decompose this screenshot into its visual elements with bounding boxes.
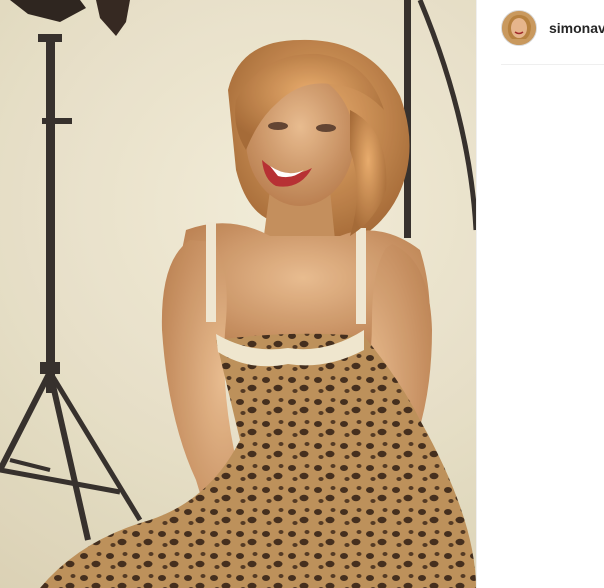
post-sidebar: simonav bbox=[476, 0, 604, 588]
username-link[interactable]: simonav bbox=[549, 20, 604, 36]
profile-avatar-icon[interactable] bbox=[501, 10, 537, 46]
post-photo[interactable] bbox=[0, 0, 476, 588]
photo-illustration bbox=[0, 0, 476, 588]
post-header: simonav bbox=[501, 8, 604, 48]
header-divider bbox=[501, 64, 604, 65]
avatar-illustration bbox=[502, 11, 536, 45]
